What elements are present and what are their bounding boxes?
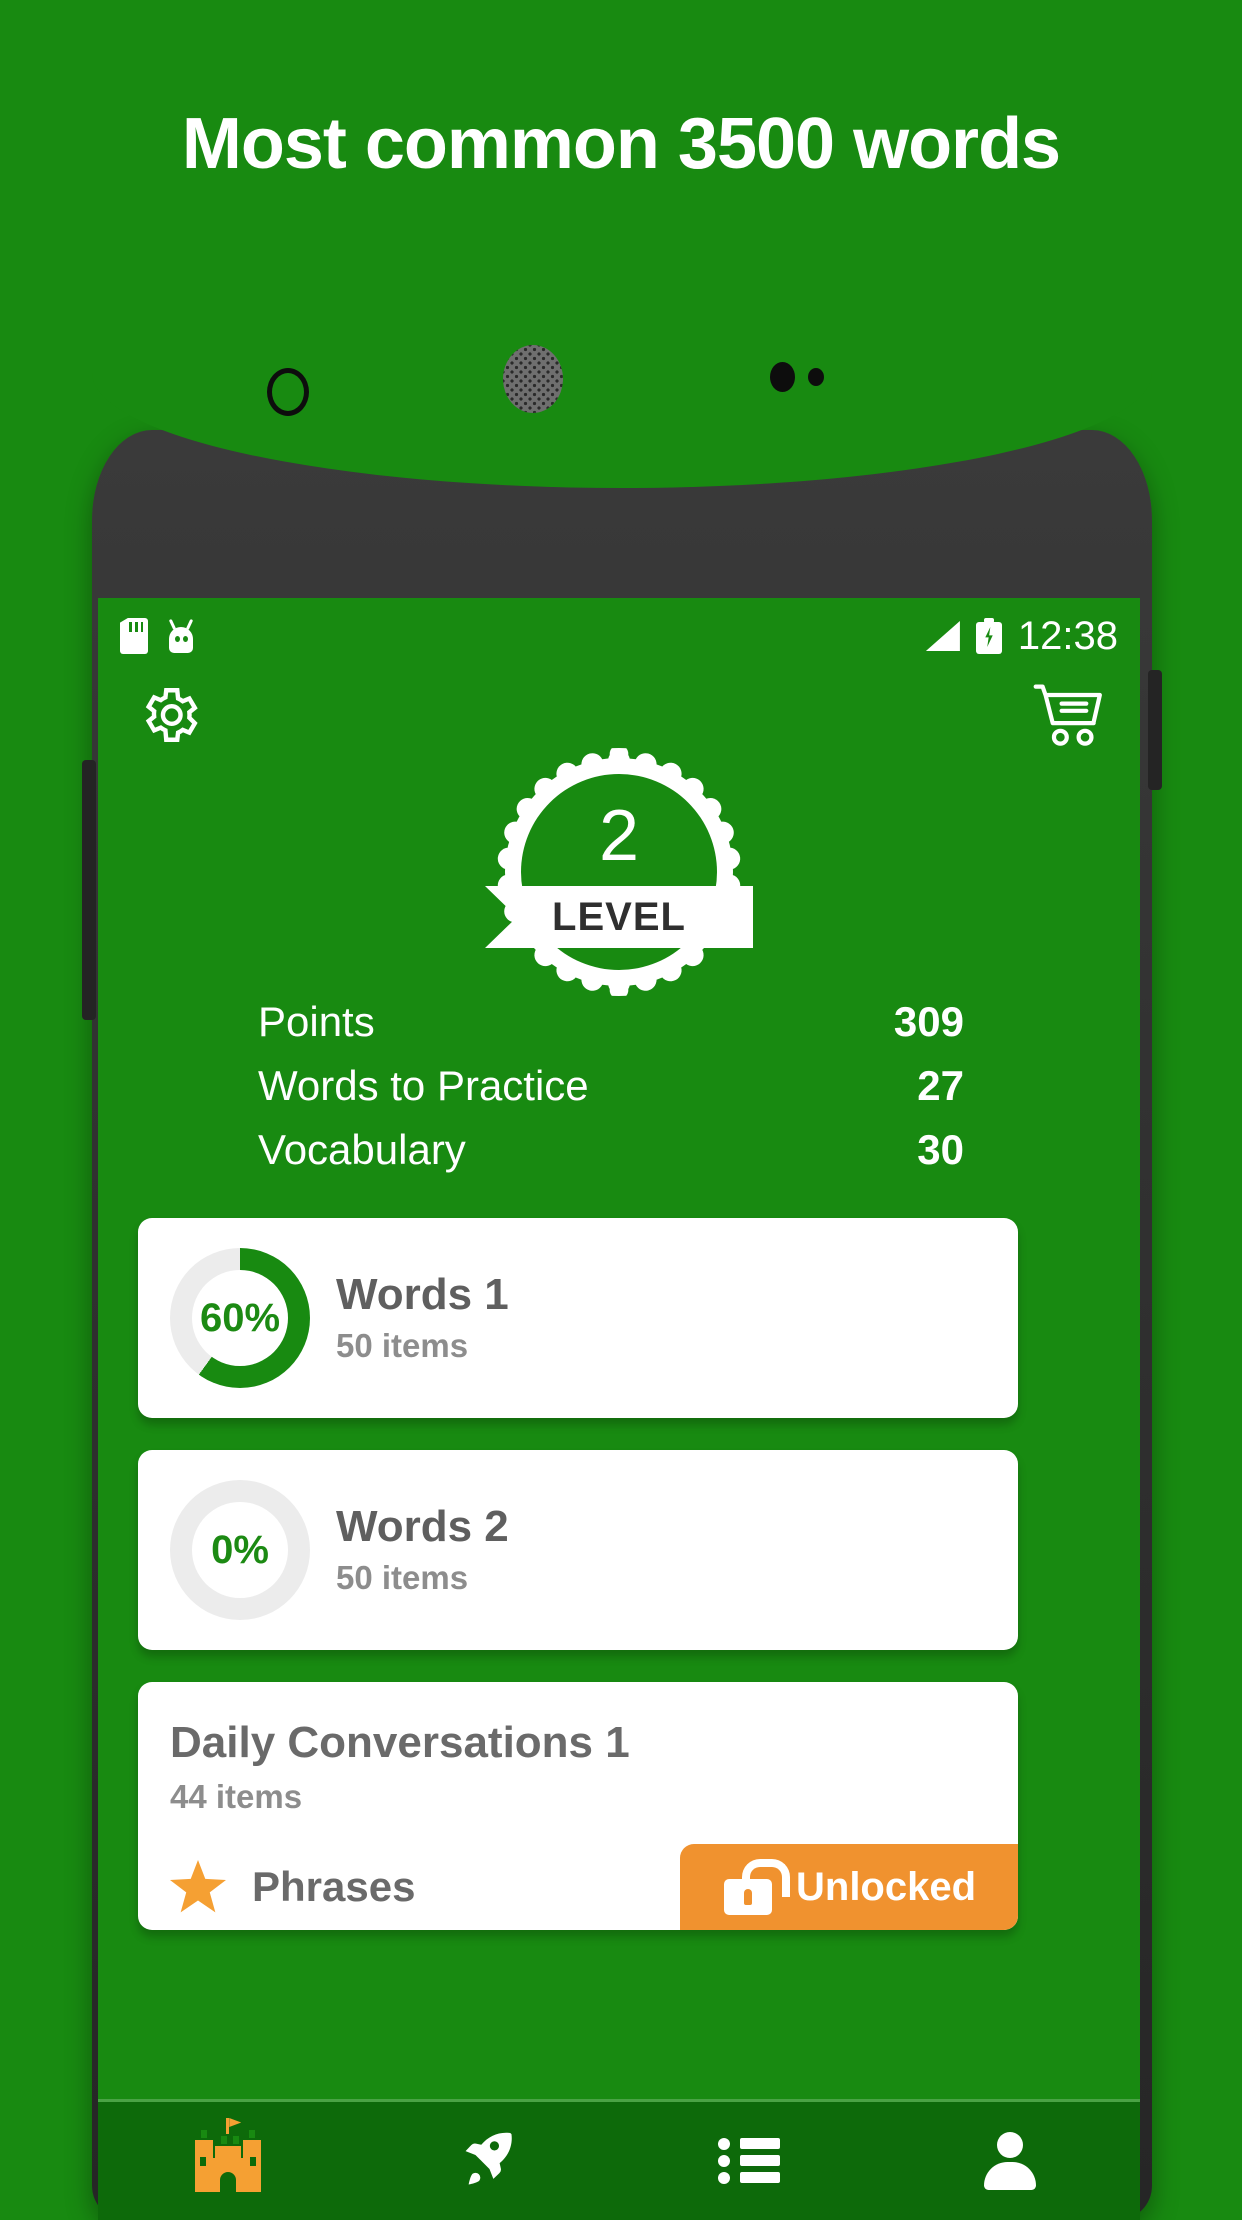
unlocked-label: Unlocked — [796, 1864, 977, 1909]
volume-button[interactable] — [82, 760, 96, 1020]
stats-list: Points 309 Words to Practice 27 Vocabula… — [98, 998, 1140, 1190]
stat-row-points: Points 309 — [258, 998, 964, 1062]
card-title: Daily Conversations 1 — [170, 1718, 630, 1767]
stat-row-vocabulary: Vocabulary 30 — [258, 1126, 964, 1190]
proximity-sensor-icon — [770, 362, 795, 392]
progress-donut: 60% — [170, 1248, 310, 1388]
card-title: Words 2 — [336, 1501, 509, 1551]
status-clock: 12:38 — [1017, 613, 1118, 658]
level-label: LEVEL — [552, 894, 686, 939]
stat-value: 309 — [893, 998, 964, 1045]
stat-label: Points — [258, 998, 375, 1045]
power-button[interactable] — [1148, 670, 1162, 790]
person-icon — [983, 2132, 1036, 2190]
phone-mockup: 12:38 2 LEVEL Points 309 Words to Practi… — [82, 345, 1162, 2220]
castle-icon — [195, 2118, 262, 2192]
lesson-card-words-2[interactable]: 0% Words 2 50 items — [138, 1450, 1018, 1650]
earpiece-speaker-icon — [503, 345, 563, 413]
signal-strength-icon — [925, 621, 960, 651]
phone-screen: 12:38 2 LEVEL Points 309 Words to Practi… — [98, 598, 1140, 2220]
nav-item-home[interactable] — [98, 2102, 359, 2220]
lesson-card-words-1[interactable]: 60% Words 1 50 items — [138, 1218, 1018, 1418]
sd-card-icon — [120, 618, 148, 654]
card-subtitle: 50 items — [336, 1559, 469, 1597]
level-badge: 2 LEVEL — [98, 748, 1140, 1008]
card-title: Words 1 — [336, 1269, 509, 1319]
nav-item-lists[interactable] — [619, 2102, 880, 2220]
bottom-navigation — [98, 2102, 1140, 2220]
progress-percent: 60% — [199, 1295, 281, 1340]
battery-charging-icon — [975, 618, 1002, 654]
phone-body: 12:38 2 LEVEL Points 309 Words to Practi… — [82, 345, 1162, 2220]
list-icon — [718, 2138, 781, 2184]
stat-value: 27 — [917, 1062, 964, 1109]
unlocked-badge[interactable]: Unlocked — [680, 1844, 1018, 1930]
card-subtitle: 50 items — [336, 1327, 469, 1365]
status-right-icons: 12:38 — [925, 613, 1118, 659]
stat-value: 30 — [917, 1126, 964, 1173]
rocket-icon — [465, 2132, 512, 2185]
stat-label: Vocabulary — [258, 1126, 466, 1173]
phone-top-bezel — [92, 368, 1152, 488]
light-sensor-icon — [808, 368, 824, 386]
stat-label: Words to Practice — [258, 1062, 589, 1109]
stat-row-words-to-practice: Words to Practice 27 — [258, 1062, 964, 1126]
card-subtitle: 44 items — [170, 1778, 303, 1815]
settings-button[interactable] — [132, 678, 206, 752]
progress-percent: 0% — [211, 1527, 269, 1572]
android-mascot-icon — [166, 618, 196, 653]
progress-donut: 0% — [170, 1480, 310, 1620]
lesson-card-daily-conversations[interactable]: Daily Conversations 1 44 items Phrases U… — [138, 1682, 1018, 1930]
nav-item-practice[interactable] — [359, 2102, 620, 2220]
level-number: 2 — [598, 796, 640, 876]
phrases-label: Phrases — [252, 1863, 416, 1910]
star-icon — [170, 1860, 226, 1913]
status-left-icons — [120, 618, 196, 654]
unlock-icon — [724, 1859, 790, 1915]
gear-icon — [145, 688, 198, 742]
status-bar: 12:38 — [98, 610, 1140, 662]
front-camera-icon — [267, 368, 309, 416]
shopping-cart-icon — [1033, 684, 1102, 746]
app-toolbar — [98, 670, 1140, 760]
page-title: Most common 3500 words — [181, 104, 1061, 184]
shop-cart-button[interactable] — [1032, 678, 1106, 752]
nav-item-profile[interactable] — [880, 2102, 1141, 2220]
